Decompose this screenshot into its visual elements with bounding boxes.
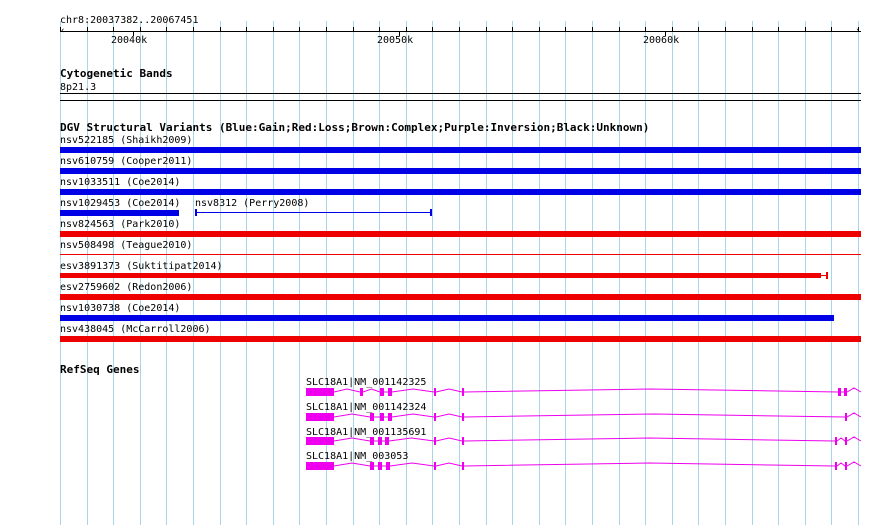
gene-intron-line [333, 387, 862, 393]
gene-intron-line [333, 461, 862, 467]
gene-exon [370, 462, 374, 470]
gene-exon [845, 437, 847, 445]
genome-browser-image: chr8:20037382..20067451 ‹ › 20040k 20050… [0, 0, 890, 525]
gene-intron-line [333, 436, 862, 442]
gene-exon [380, 413, 384, 421]
gene-exon [306, 388, 334, 396]
gene-exon [370, 413, 374, 421]
gene-exon [462, 388, 464, 396]
gene-model[interactable] [306, 461, 862, 470]
gene-exon [434, 462, 436, 470]
gene-exon [306, 437, 334, 445]
gene-exon [845, 413, 847, 421]
gene-exon [462, 462, 464, 470]
gene-exon [835, 437, 837, 445]
gene-models[interactable] [0, 0, 890, 525]
gene-exon [370, 437, 374, 445]
gene-exon [306, 413, 334, 421]
gene-exon [380, 388, 384, 396]
gene-exon [838, 388, 841, 396]
gene-exon [388, 388, 392, 396]
gene-exon [378, 462, 382, 470]
gene-exon [306, 462, 334, 470]
gene-exon [434, 388, 436, 396]
gene-model[interactable] [306, 412, 862, 421]
gene-exon [845, 462, 847, 470]
gene-exon [462, 437, 464, 445]
gene-exon [386, 462, 390, 470]
gene-intron-line [333, 412, 862, 418]
gene-exon [378, 437, 382, 445]
gene-exon [434, 413, 436, 421]
gene-model[interactable] [306, 436, 862, 445]
gene-exon [385, 437, 389, 445]
gene-exon [462, 413, 464, 421]
gene-model[interactable] [306, 387, 862, 396]
gene-exon [835, 462, 837, 470]
gene-exon [844, 388, 847, 396]
gene-exon [388, 413, 392, 421]
gene-exon [434, 437, 436, 445]
gene-exon [360, 388, 363, 396]
